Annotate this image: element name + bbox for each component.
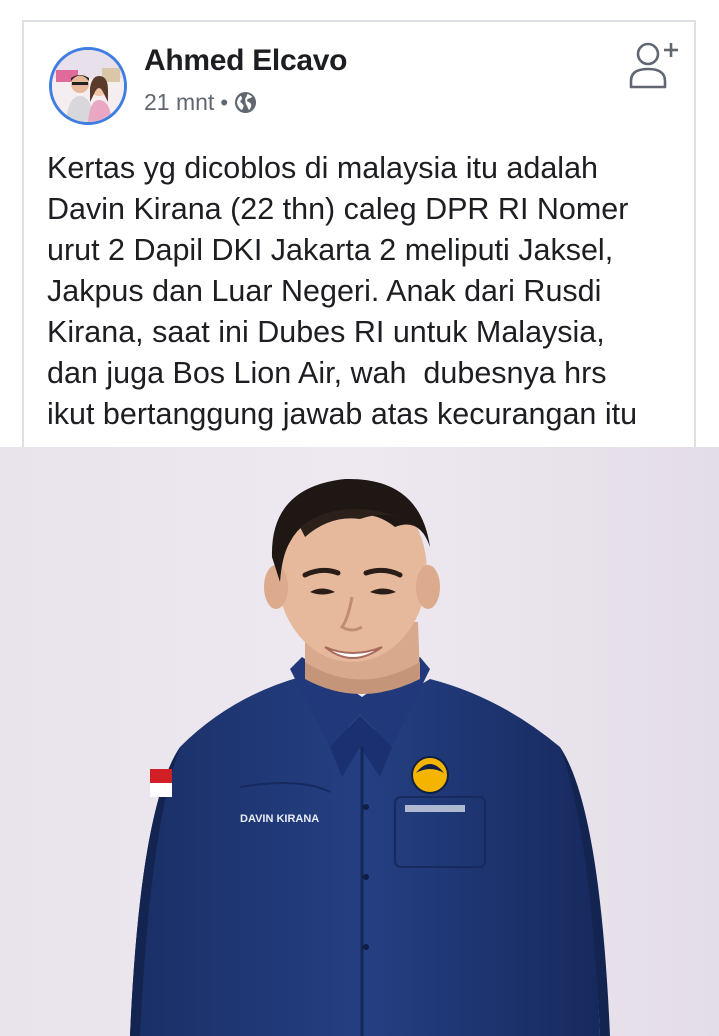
- globe-icon[interactable]: [234, 91, 257, 114]
- post-text-line: Davin Kirana (22 thn) caleg DPR RI Nomer: [47, 192, 629, 226]
- author-name[interactable]: Ahmed Elcavo: [144, 44, 347, 78]
- post-text: Kertas yg dicoblos di malaysia itu adala…: [47, 148, 687, 435]
- post-text-line: Jakpus dan Luar Negeri. Anak dari Rusdi: [47, 274, 602, 308]
- post-text-line: dan juga Bos Lion Air, wah dubesnya hrs: [47, 356, 607, 390]
- post-timestamp[interactable]: 21 mnt: [144, 89, 214, 116]
- post-meta: 21 mnt •: [144, 89, 257, 116]
- post-text-line: urut 2 Dapil DKI Jakarta 2 meliputi Jaks…: [47, 233, 614, 267]
- post-text-line: Kertas yg dicoblos di malaysia itu adala…: [47, 151, 598, 185]
- post-text-line: ikut bertanggung jawab atas kecurangan i…: [47, 397, 638, 431]
- meta-separator: •: [220, 89, 229, 115]
- post-card: Ahmed Elcavo 21 mnt • Kertas yg dicoblos…: [0, 0, 719, 1036]
- post-text-line: Kirana, saat ini Dubes RI untuk Malaysia…: [47, 315, 605, 349]
- add-friend-icon[interactable]: [628, 40, 680, 90]
- author-avatar[interactable]: [49, 47, 127, 125]
- avatar-photo: [52, 50, 124, 122]
- shirt-name-tag: DAVIN KIRANA: [240, 813, 319, 825]
- post-photo[interactable]: DAVIN KIRANA: [0, 447, 719, 1036]
